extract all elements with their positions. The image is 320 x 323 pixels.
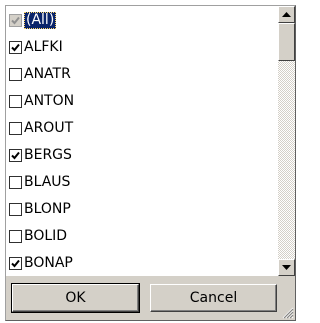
check-icon[interactable] (9, 40, 22, 54)
list-item[interactable]: BLAUS (6, 169, 278, 195)
list-item-label: BERGS (24, 146, 72, 163)
scroll-up-button[interactable] (278, 6, 295, 23)
list-item-label: AROUT (24, 119, 74, 136)
scroll-thumb[interactable] (278, 23, 295, 61)
button-bar: OK Cancel (6, 276, 295, 320)
list-item[interactable]: BOLID (6, 223, 278, 249)
checkbox[interactable] (9, 175, 22, 189)
checkbox[interactable] (9, 229, 22, 243)
list-item-all[interactable]: (All) (6, 7, 278, 33)
list-item[interactable]: ALFKI (6, 34, 278, 60)
list-item[interactable]: AROUT (6, 115, 278, 141)
filter-dropdown-popup: (All) ALFKI ANATR ANTON AROUT BERGS BLAU… (5, 5, 296, 321)
list-item[interactable]: BLONP (6, 196, 278, 222)
check-icon[interactable] (9, 13, 22, 27)
list-item[interactable]: ANTON (6, 88, 278, 114)
list-item-label: BLONP (24, 200, 71, 217)
list-item-label: ANTON (24, 92, 75, 109)
list-item-label: ALFKI (24, 38, 63, 55)
arrow-up-icon (282, 12, 291, 17)
checkbox[interactable] (9, 121, 22, 135)
list-item-label: (All) (24, 11, 57, 29)
resize-grip-icon[interactable] (282, 307, 294, 319)
check-icon[interactable] (9, 148, 22, 162)
filter-checkbox-list[interactable]: (All) ALFKI ANATR ANTON AROUT BERGS BLAU… (6, 6, 278, 276)
checkbox[interactable] (9, 202, 22, 216)
list-item-label: ANATR (24, 65, 71, 82)
check-icon[interactable] (9, 256, 22, 270)
vertical-scrollbar[interactable] (278, 6, 295, 276)
list-item-label: BONAP (24, 254, 73, 271)
checkbox[interactable] (9, 67, 22, 81)
list-item[interactable]: BERGS (6, 142, 278, 168)
list-item[interactable]: ANATR (6, 61, 278, 87)
arrow-down-icon (282, 265, 291, 270)
scroll-down-button[interactable] (278, 259, 295, 276)
list-item[interactable]: BONAP (6, 250, 278, 276)
list-item-label: BLAUS (24, 173, 71, 190)
checkbox[interactable] (9, 94, 22, 108)
ok-button[interactable]: OK (11, 283, 140, 313)
list-item-label: BOLID (24, 227, 68, 244)
cancel-button[interactable]: Cancel (150, 284, 277, 312)
